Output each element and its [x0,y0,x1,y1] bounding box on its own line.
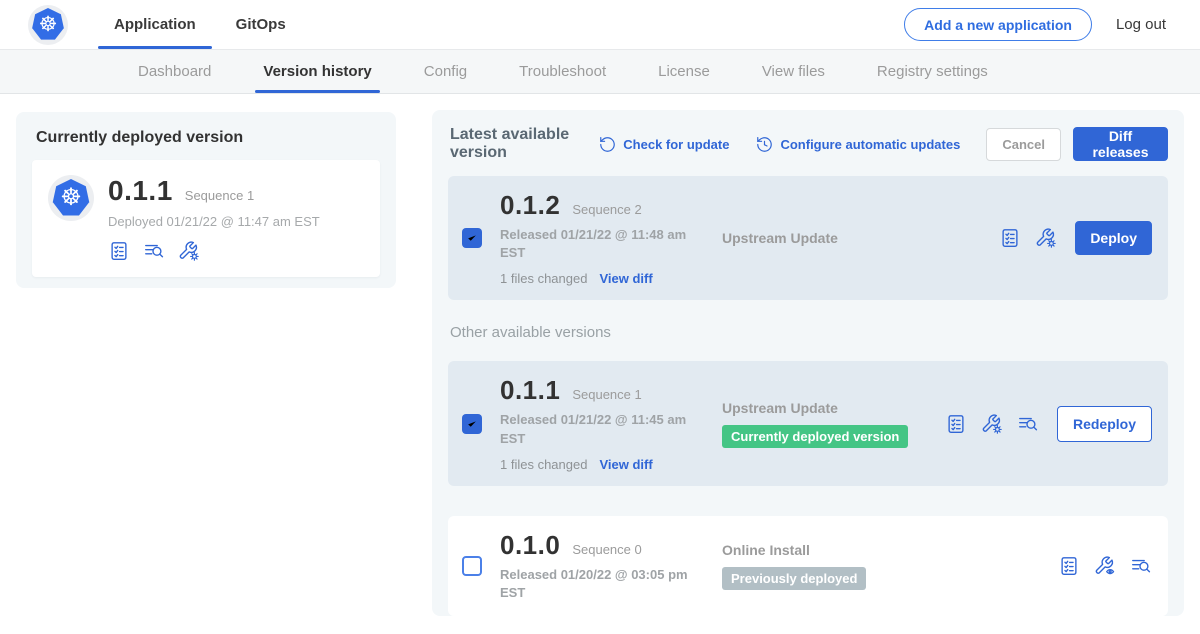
version-source-label: Upstream Update [722,400,945,416]
refresh-icon [598,135,617,154]
subnav-tab-view-files[interactable]: View files [736,50,851,93]
version-source-label: Online Install [722,542,1058,558]
files-changed-label: 1 files changed [500,457,587,472]
sub-nav: Dashboard Version history Config Trouble… [0,50,1200,94]
app-tabs: Application GitOps [94,0,306,49]
sequence-label: Sequence 0 [572,542,641,557]
subnav-tab-config[interactable]: Config [398,50,493,93]
tab-application[interactable]: Application [94,0,216,49]
deployed-sequence-label: Sequence 1 [185,188,254,203]
available-versions-panel: Latest available version Check for updat… [432,110,1184,616]
preflight-checks-icon[interactable] [999,227,1021,249]
deployed-version-box: ☸ 0.1.1 Sequence 1 Deployed 01/21/22 @ 1… [32,160,380,277]
diff-releases-button[interactable]: Diff releases [1073,127,1168,161]
tab-gitops[interactable]: GitOps [216,0,306,49]
subnav-tab-registry-settings[interactable]: Registry settings [851,50,1014,93]
previously-deployed-badge: Previously deployed [722,567,866,590]
subnav-tab-troubleshoot[interactable]: Troubleshoot [493,50,632,93]
currently-deployed-title: Currently deployed version [36,129,380,147]
version-checkbox[interactable] [462,556,482,576]
version-row: 0.1.2 Sequence 2 Released 01/21/22 @ 11:… [448,176,1168,300]
view-diff-link[interactable]: View diff [599,271,652,286]
configure-automatic-updates-link[interactable]: Configure automatic updates [755,135,960,154]
subnav-tab-dashboard[interactable]: Dashboard [112,50,237,93]
view-files-icon[interactable] [143,240,165,262]
preflight-checks-icon[interactable] [1058,555,1080,577]
sequence-label: Sequence 1 [572,387,641,402]
version-number: 0.1.2 [500,190,560,221]
view-files-icon[interactable] [1130,555,1152,577]
view-diff-link[interactable]: View diff [599,457,652,472]
check-for-update-link[interactable]: Check for update [598,135,729,154]
other-versions-title: Other available versions [450,324,1168,341]
currently-deployed-card: Currently deployed version ☸ 0.1.1 Seque… [16,112,396,288]
version-number: 0.1.1 [500,375,560,406]
admin-console-screen: ☸ Application GitOps Add a new applicati… [0,0,1200,634]
edit-config-icon[interactable] [981,413,1003,435]
edit-config-icon[interactable] [1035,227,1057,249]
subnav-tab-license[interactable]: License [632,50,736,93]
kubernetes-helm-icon: ☸ [52,179,90,217]
version-checkbox[interactable] [462,228,482,248]
add-application-button[interactable]: Add a new application [904,8,1092,41]
view-config-icon[interactable] [1094,555,1116,577]
released-timestamp: Released 01/21/22 @ 11:48 am EST [500,226,692,262]
deployed-timestamp: Deployed 01/21/22 @ 11:47 am EST [108,214,320,229]
version-source-label: Upstream Update [722,230,999,246]
panel-header: Latest available version Check for updat… [448,126,1168,162]
edit-config-icon[interactable] [178,240,200,262]
view-files-icon[interactable] [1017,413,1039,435]
preflight-checks-icon[interactable] [945,413,967,435]
deployed-version-number: 0.1.1 [108,175,173,207]
kubernetes-logo: ☸ [28,5,68,45]
version-row: 0.1.0 Sequence 0 Released 01/20/22 @ 03:… [448,516,1168,616]
version-row: 0.1.1 Sequence 1 Released 01/21/22 @ 11:… [448,361,1168,485]
subnav-tab-version-history[interactable]: Version history [237,50,397,93]
deploy-button[interactable]: Deploy [1075,221,1152,255]
schedule-update-icon [755,135,774,154]
released-timestamp: Released 01/20/22 @ 03:05 pm EST [500,566,692,602]
released-timestamp: Released 01/21/22 @ 11:45 am EST [500,411,692,447]
cancel-button[interactable]: Cancel [986,128,1061,161]
redeploy-button[interactable]: Redeploy [1057,406,1152,442]
version-checkbox[interactable] [462,414,482,434]
logout-link[interactable]: Log out [1116,16,1166,33]
preflight-checks-icon[interactable] [108,240,130,262]
top-nav: ☸ Application GitOps Add a new applicati… [0,0,1200,50]
latest-available-title: Latest available version [450,126,582,162]
version-number: 0.1.0 [500,530,560,561]
currently-deployed-badge: Currently deployed version [722,425,908,448]
files-changed-label: 1 files changed [500,271,587,286]
kubernetes-helm-icon: ☸ [32,8,65,41]
sequence-label: Sequence 2 [572,202,641,217]
app-logo: ☸ [48,175,94,221]
